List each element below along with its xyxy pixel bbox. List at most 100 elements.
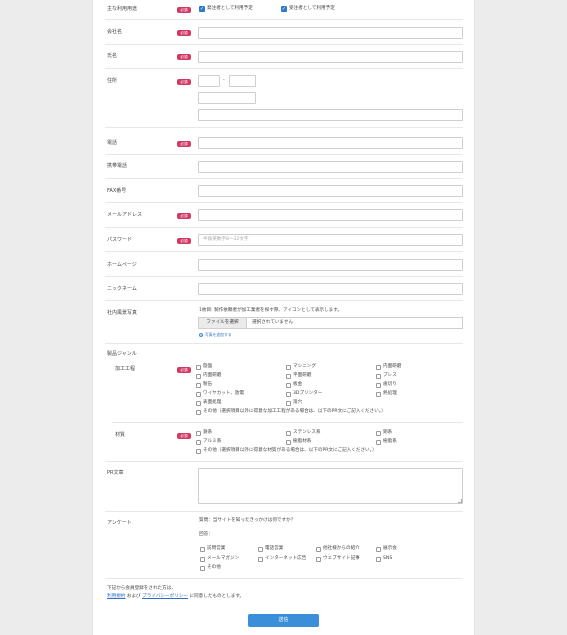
- survey-checkbox[interactable]: [316, 547, 321, 552]
- process-option: 板金: [293, 382, 303, 387]
- survey-checkbox[interactable]: [200, 566, 205, 571]
- divider: [105, 202, 463, 203]
- process-other-checkbox[interactable]: [196, 410, 201, 415]
- process-checkbox[interactable]: [286, 383, 291, 388]
- password-input[interactable]: 半角英数字8〜32文字: [198, 234, 463, 246]
- process-label: 加工工程: [115, 366, 136, 372]
- divider: [105, 300, 463, 301]
- homepage-input[interactable]: [198, 259, 463, 271]
- file-select-button[interactable]: ファイルを選択: [199, 318, 247, 328]
- fax-input[interactable]: [198, 185, 463, 197]
- usage-orderer-label: 発注者として利用予定: [207, 6, 253, 11]
- process-checkbox[interactable]: [196, 365, 201, 370]
- process-other-label: その他（選択項目以外に得意な加工工程がある場合は、以下のPR文にご記入ください。…: [203, 409, 386, 414]
- process-checkbox[interactable]: [196, 374, 201, 379]
- survey-checkbox[interactable]: [258, 547, 263, 552]
- process-checkbox[interactable]: [286, 365, 291, 370]
- usage-contractor-checkbox[interactable]: ✓: [281, 6, 287, 12]
- process-checkbox[interactable]: [376, 383, 381, 388]
- survey-checkbox[interactable]: [200, 557, 205, 562]
- survey-option: 電話営業: [265, 546, 284, 551]
- process-option: 旋盤: [203, 364, 213, 369]
- survey-option: その他: [207, 565, 221, 570]
- usage-contractor-label: 受注者として利用予定: [289, 6, 335, 11]
- add-photo-link[interactable]: 写真を追加する: [205, 332, 232, 338]
- mobile-input[interactable]: [198, 161, 463, 173]
- process-checkbox[interactable]: [196, 392, 201, 397]
- pr-textarea[interactable]: [198, 468, 463, 504]
- agreement-suffix: に同意したものとします。: [189, 594, 245, 599]
- process-checkbox[interactable]: [286, 392, 291, 397]
- password-label: パスワード: [107, 237, 133, 243]
- process-checkbox[interactable]: [376, 392, 381, 397]
- nickname-input[interactable]: [198, 283, 463, 295]
- usage-orderer-checkbox[interactable]: ✓: [199, 6, 205, 12]
- process-option: 内面研磨: [203, 373, 222, 378]
- material-option: ステンレス系: [293, 430, 321, 435]
- submit-button[interactable]: 送信: [248, 614, 319, 627]
- company-label: 会社名: [107, 29, 123, 35]
- material-other-checkbox[interactable]: [196, 449, 201, 454]
- terms-link[interactable]: 利用規約: [107, 594, 125, 599]
- agreement-line1: 下記から会員登録をされた方は、: [107, 586, 176, 591]
- material-option: 樹脂材系: [293, 439, 312, 444]
- name-label: 氏名: [107, 53, 118, 59]
- survey-checkbox[interactable]: [200, 547, 205, 552]
- divider: [112, 422, 463, 423]
- material-checkbox[interactable]: [286, 431, 291, 436]
- phone-input[interactable]: [198, 137, 463, 149]
- agreement-and: および: [126, 594, 141, 599]
- required-badge: 必須: [177, 54, 191, 60]
- required-badge: 必須: [177, 213, 191, 219]
- privacy-policy-link[interactable]: プライバシーポリシー: [142, 594, 188, 599]
- company-input[interactable]: [198, 27, 463, 39]
- process-checkbox[interactable]: [196, 401, 201, 406]
- survey-checkbox[interactable]: [376, 557, 381, 562]
- survey-checkbox[interactable]: [258, 557, 263, 562]
- survey-label: アンケート: [107, 520, 132, 526]
- process-checkbox[interactable]: [376, 374, 381, 379]
- survey-option: 訪問営業: [207, 546, 226, 551]
- process-option: マシニング: [293, 364, 316, 369]
- required-badge: 必須: [177, 433, 191, 439]
- material-checkbox[interactable]: [196, 440, 201, 445]
- address-input[interactable]: [198, 109, 463, 121]
- survey-checkbox[interactable]: [376, 547, 381, 552]
- required-badge: 必須: [177, 367, 191, 373]
- material-other-label: その他（選択項目以外に得意な材質がある場合は、以下のPR文にご記入ください。）: [203, 448, 377, 453]
- process-checkbox[interactable]: [196, 383, 201, 388]
- material-checkbox[interactable]: [196, 431, 201, 436]
- required-badge: 必須: [177, 30, 191, 36]
- divider: [105, 511, 463, 512]
- material-option: 樹脂系: [383, 439, 397, 444]
- survey-answer-label: 回答：: [199, 532, 213, 537]
- material-checkbox[interactable]: [286, 440, 291, 445]
- photo-note: 1枚目: 製作依頼者が加工業者を探す際、アイコンとして表示します。: [199, 308, 342, 313]
- phone-label: 電話: [107, 140, 118, 146]
- material-checkbox[interactable]: [376, 440, 381, 445]
- survey-option: 他社様からの紹介: [323, 546, 360, 551]
- process-option: ワイヤカット、放電: [203, 391, 245, 396]
- material-option: 銅系: [383, 430, 393, 435]
- process-checkbox[interactable]: [376, 365, 381, 370]
- zip-first-input[interactable]: [198, 75, 220, 87]
- resize-handle-icon[interactable]: [458, 499, 462, 503]
- prefecture-input[interactable]: [198, 92, 256, 104]
- divider: [105, 276, 463, 277]
- fax-label: FAX番号: [107, 188, 127, 194]
- zip-separator: -: [223, 78, 225, 83]
- material-checkbox[interactable]: [376, 431, 381, 436]
- divider: [105, 19, 463, 20]
- process-checkbox[interactable]: [286, 401, 291, 406]
- process-option: 製缶: [203, 382, 213, 387]
- name-input[interactable]: [198, 51, 463, 63]
- divider: [105, 461, 463, 462]
- process-option: 溶穴: [293, 400, 303, 405]
- material-label: 材質: [115, 432, 126, 438]
- divider: [105, 178, 463, 179]
- process-checkbox[interactable]: [286, 374, 291, 379]
- survey-checkbox[interactable]: [316, 557, 321, 562]
- email-input[interactable]: [198, 209, 463, 221]
- zip-second-input[interactable]: [229, 75, 256, 87]
- pr-label: PR文章: [107, 470, 124, 476]
